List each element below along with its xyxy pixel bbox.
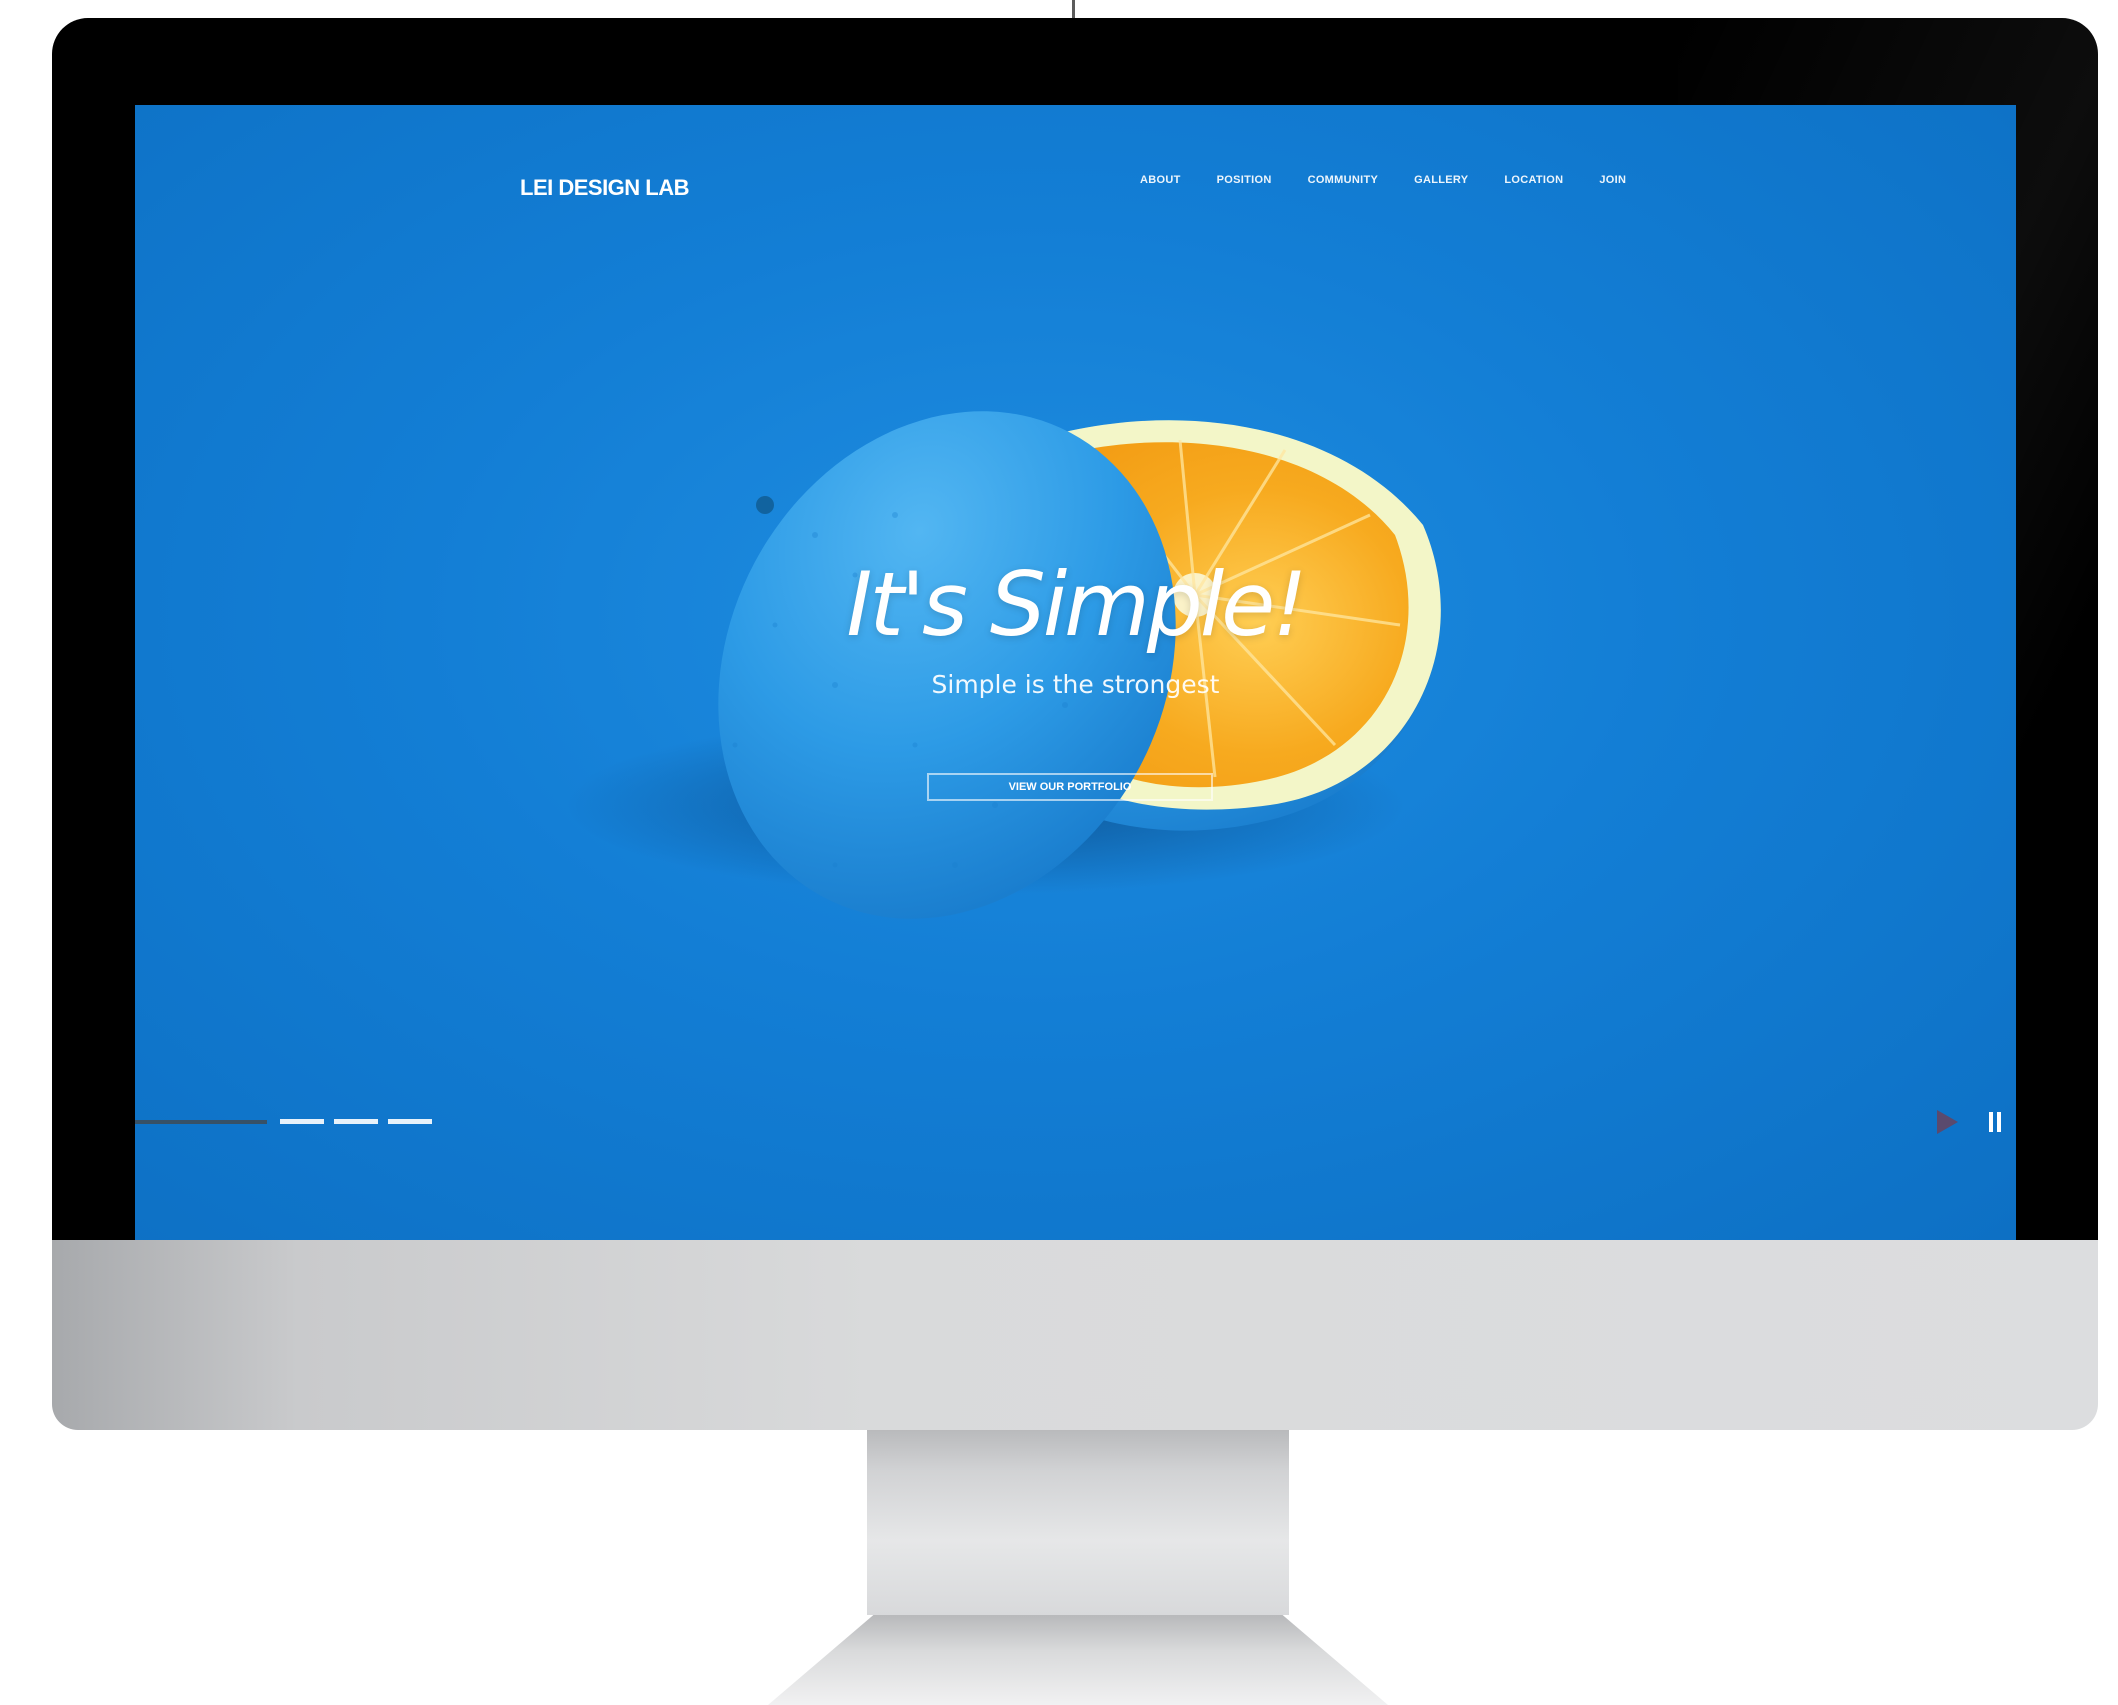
- slider-progress-bar: [135, 1120, 267, 1124]
- site-logo[interactable]: LEI DESIGN LAB: [520, 175, 690, 201]
- monitor-stand-foot: [768, 1615, 1388, 1705]
- website-screen: LEI DESIGN LAB ABOUT POSITION COMMUNITY …: [135, 105, 2016, 1240]
- slide-indicator-3[interactable]: [388, 1119, 432, 1124]
- slider-pagination: [280, 1119, 432, 1124]
- nav-item-community[interactable]: COMMUNITY: [1308, 174, 1379, 186]
- hero-title: It's Simple!: [846, 553, 1307, 656]
- play-icon[interactable]: [1935, 1109, 1959, 1135]
- nav-item-location[interactable]: LOCATION: [1504, 174, 1563, 186]
- nav-item-join[interactable]: JOIN: [1599, 174, 1626, 186]
- view-portfolio-button[interactable]: VIEW OUR PORTFOLIO: [927, 773, 1213, 801]
- main-nav: ABOUT POSITION COMMUNITY GALLERY LOCATIO…: [1140, 174, 1626, 186]
- nav-item-about[interactable]: ABOUT: [1140, 174, 1181, 186]
- monitor-stand-neck: [867, 1430, 1289, 1615]
- pause-icon[interactable]: [1989, 1112, 2001, 1132]
- monitor-chin: [52, 1240, 2098, 1430]
- hanger-line: [1072, 0, 1075, 18]
- nav-item-position[interactable]: POSITION: [1217, 174, 1272, 186]
- hero-subtitle: Simple is the strongest: [931, 670, 1220, 699]
- nav-item-gallery[interactable]: GALLERY: [1414, 174, 1468, 186]
- slide-indicator-2[interactable]: [334, 1119, 378, 1124]
- slide-indicator-1[interactable]: [280, 1119, 324, 1124]
